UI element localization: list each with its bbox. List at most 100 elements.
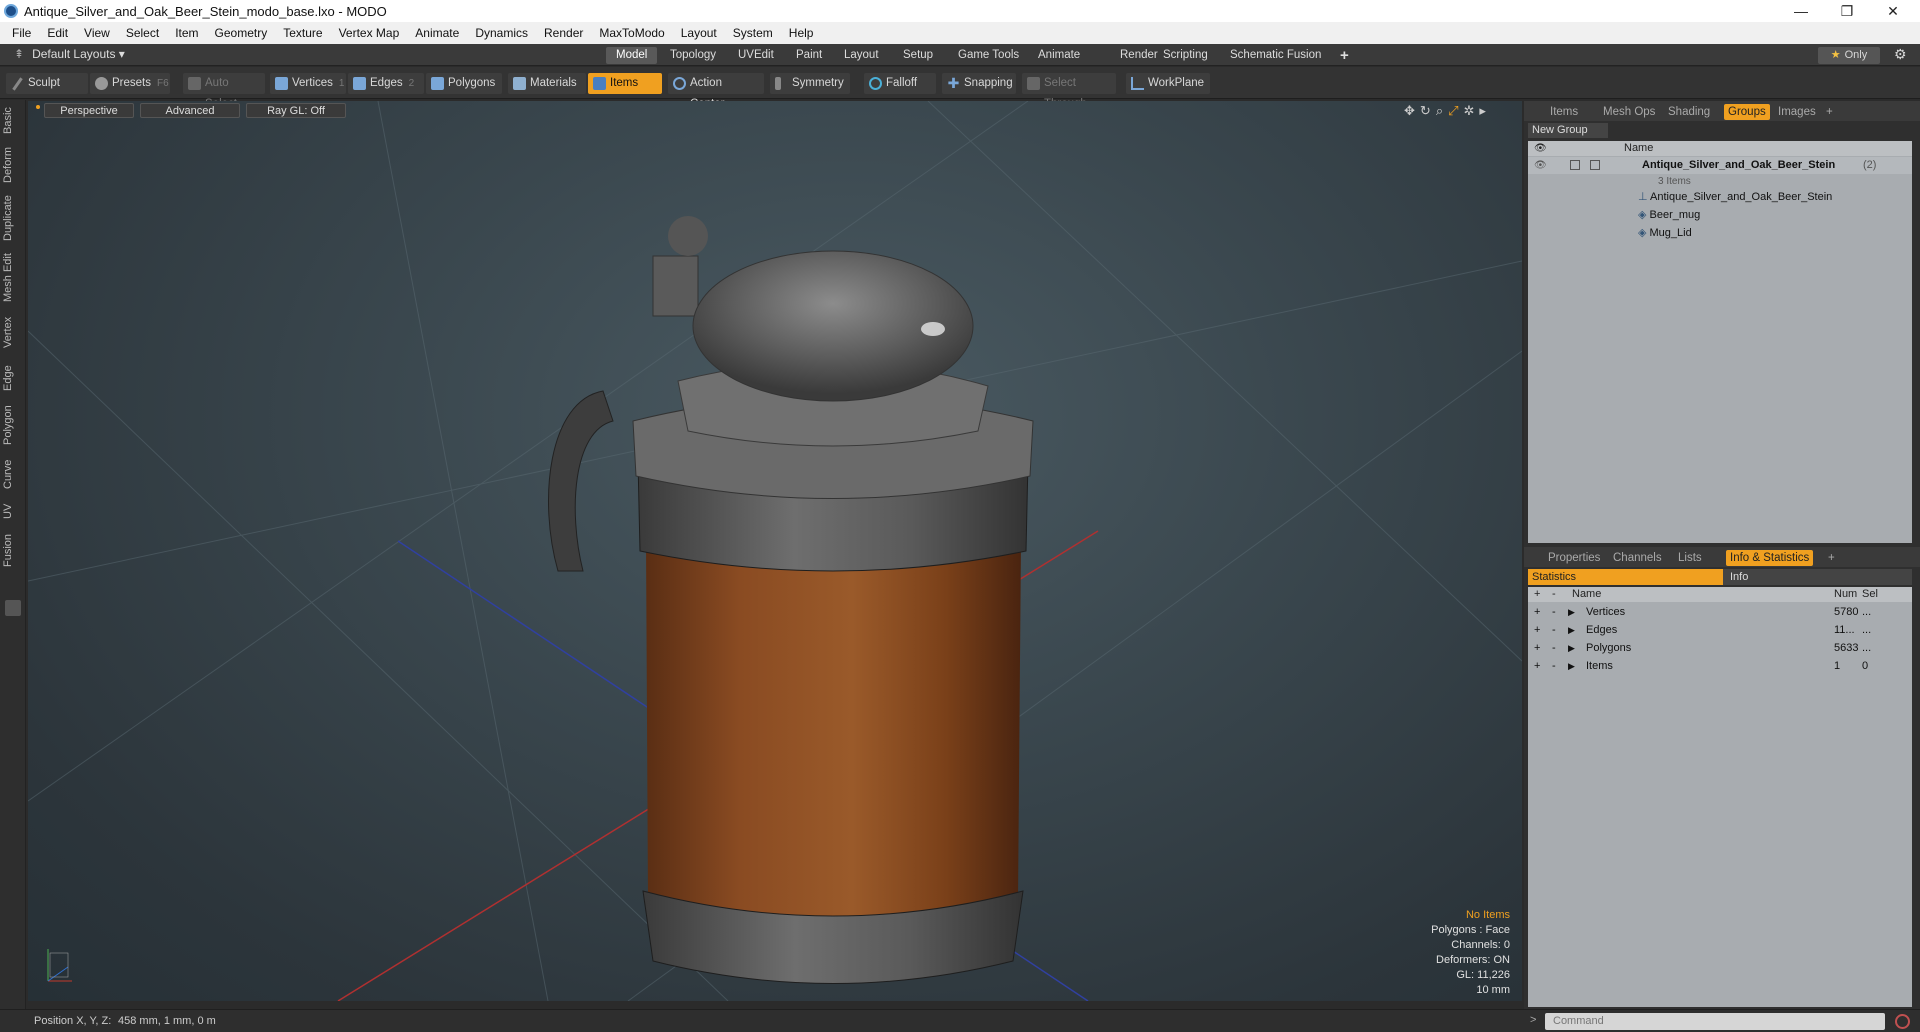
menu-item[interactable]: Item (167, 26, 206, 40)
menu-edit[interactable]: Edit (39, 26, 76, 40)
close-button[interactable]: ✕ (1870, 0, 1916, 22)
snapping-button[interactable]: ✚ Snapping (942, 73, 1016, 94)
select-through-button[interactable]: Select Through (1022, 73, 1116, 110)
3d-viewport[interactable]: ✥↻⌕⤢✲▸ No Items Polygons : Face Channels… (28, 101, 1522, 1001)
tab-groups[interactable]: Groups (1724, 104, 1770, 120)
menu-render[interactable]: Render (536, 26, 591, 40)
minimize-button[interactable]: — (1778, 0, 1824, 22)
tab-mesh-ops[interactable]: Mesh Ops (1599, 104, 1659, 120)
expand-icon[interactable]: ▸ (1479, 103, 1491, 118)
tab-items[interactable]: Items (1546, 104, 1582, 120)
vtab-vertex[interactable]: Vertex (2, 312, 22, 352)
items-button[interactable]: Items (588, 73, 662, 94)
symmetry-button[interactable]: Symmetry (770, 73, 850, 94)
menu-select[interactable]: Select (118, 26, 167, 40)
rotate-icon[interactable]: ↻ (1420, 103, 1436, 118)
record-icon[interactable] (1895, 1014, 1910, 1029)
panel-toggle-button[interactable] (5, 600, 21, 616)
row-expand-icon[interactable]: ▶ (1568, 640, 1575, 657)
add-info-tab-button[interactable]: + (1824, 550, 1839, 566)
row-expand-icon[interactable]: ▶ (1568, 658, 1575, 675)
menu-maxtomodo[interactable]: MaxToModo (591, 26, 672, 40)
pan-icon[interactable]: ✥ (1404, 103, 1420, 118)
expand-all-icon[interactable]: + (1534, 587, 1540, 602)
vtab-mesh-edit[interactable]: Mesh Edit (2, 252, 22, 304)
viewport-nav-icons[interactable]: ✥↻⌕⤢✲▸ (1404, 103, 1491, 119)
tab-shading[interactable]: Shading (1664, 104, 1714, 120)
zoom-icon[interactable]: ⌕ (1436, 103, 1448, 118)
tab-model[interactable]: Model (606, 47, 658, 64)
tab-paint[interactable]: Paint (786, 47, 832, 64)
presets-button[interactable]: Presets F6 (90, 73, 170, 94)
tab-setup[interactable]: Setup (893, 47, 943, 64)
row-plus-icon[interactable]: + (1534, 622, 1540, 639)
tab-topology[interactable]: Topology (660, 47, 726, 64)
group-child-row[interactable]: ◈ Beer_mug (1638, 207, 1700, 224)
stat-row-vertices[interactable]: + - ▶ Vertices 5780 ... (1528, 604, 1912, 621)
menu-file[interactable]: File (4, 26, 39, 40)
action-center-button[interactable]: Action Center (668, 73, 764, 110)
group-child-row[interactable]: ◈ Mug_Lid (1638, 225, 1692, 242)
materials-button[interactable]: Materials (508, 73, 586, 94)
menu-geometry[interactable]: Geometry (207, 26, 276, 40)
tab-schematic-fusion[interactable]: Schematic Fusion (1220, 47, 1331, 64)
tab-layout[interactable]: Layout (834, 47, 889, 64)
group-select-checkbox[interactable] (1590, 160, 1600, 170)
tab-animate[interactable]: Animate (1028, 47, 1090, 64)
sculpt-button[interactable]: Sculpt (6, 73, 88, 94)
vtab-polygon[interactable]: Polygon (2, 402, 22, 448)
perspective-dropdown[interactable]: Perspective (44, 103, 134, 118)
row-plus-icon[interactable]: + (1534, 640, 1540, 657)
tab-game-tools[interactable]: Game Tools (948, 47, 1029, 64)
tab-images[interactable]: Images (1774, 104, 1820, 120)
menu-vertex-map[interactable]: Vertex Map (331, 26, 408, 40)
group-child-row[interactable]: ⊥ Antique_Silver_and_Oak_Beer_Stein (1638, 189, 1832, 206)
vtab-fusion[interactable]: Fusion (2, 530, 22, 570)
auto-select-button[interactable]: Auto Select (183, 73, 265, 110)
statistics-subtab[interactable]: Statistics (1528, 569, 1723, 585)
group-lock-checkbox[interactable] (1570, 160, 1580, 170)
menu-help[interactable]: Help (781, 26, 822, 40)
row-plus-icon[interactable]: + (1534, 604, 1540, 621)
menu-layout[interactable]: Layout (673, 26, 725, 40)
workplane-button[interactable]: WorkPlane (1126, 73, 1210, 94)
vtab-deform[interactable]: Deform (2, 144, 22, 186)
default-layouts-dropdown[interactable]: ⇞ Default Layouts ▾ (14, 47, 125, 61)
vtab-duplicate[interactable]: Duplicate (2, 192, 22, 244)
advanced-dropdown[interactable]: Advanced (140, 103, 240, 118)
row-minus-icon[interactable]: - (1552, 658, 1556, 675)
vtab-basic[interactable]: Basic (2, 104, 22, 138)
tab-info-statistics[interactable]: Info & Statistics (1726, 550, 1814, 566)
group-row[interactable]: 👁 Antique_Silver_and_Oak_Beer_Stein (2) (1528, 157, 1912, 174)
falloff-button[interactable]: Falloff (864, 73, 936, 94)
collapse-all-icon[interactable]: - (1552, 587, 1556, 602)
viewport-settings-icon[interactable]: ✲ (1464, 103, 1480, 118)
polygons-button[interactable]: Polygons (426, 73, 502, 94)
tab-properties[interactable]: Properties (1544, 550, 1604, 566)
statistics-table[interactable]: + - Name Num Sel + - ▶ Vertices 5780 ... +… (1528, 587, 1912, 1007)
add-tab-button[interactable]: + (1330, 47, 1359, 64)
vtab-uv[interactable]: UV (2, 500, 22, 522)
menu-texture[interactable]: Texture (275, 26, 330, 40)
tab-scripting[interactable]: Scripting (1153, 47, 1218, 64)
vtab-curve[interactable]: Curve (2, 456, 22, 492)
menu-view[interactable]: View (76, 26, 118, 40)
only-button[interactable]: ★ Only (1818, 47, 1880, 64)
menu-system[interactable]: System (725, 26, 781, 40)
vertices-button[interactable]: Vertices 1 (270, 73, 346, 94)
row-expand-icon[interactable]: ▶ (1568, 604, 1575, 621)
fit-icon[interactable]: ⤢ (1448, 103, 1463, 118)
row-plus-icon[interactable]: + (1534, 658, 1540, 675)
stat-row-items[interactable]: + - ▶ Items 1 0 (1528, 658, 1912, 675)
info-subtab[interactable]: Info (1730, 569, 1748, 585)
maximize-button[interactable]: ❐ (1824, 0, 1870, 22)
tab-lists[interactable]: Lists (1674, 550, 1706, 566)
vtab-edge[interactable]: Edge (2, 362, 22, 394)
tab-channels[interactable]: Channels (1609, 550, 1666, 566)
edges-button[interactable]: Edges 2 (348, 73, 424, 94)
group-visibility-icon[interactable]: 👁 (1534, 157, 1547, 174)
menu-animate[interactable]: Animate (407, 26, 467, 40)
command-input[interactable]: Command (1545, 1013, 1885, 1030)
row-minus-icon[interactable]: - (1552, 640, 1556, 657)
row-expand-icon[interactable]: ▶ (1568, 622, 1575, 639)
